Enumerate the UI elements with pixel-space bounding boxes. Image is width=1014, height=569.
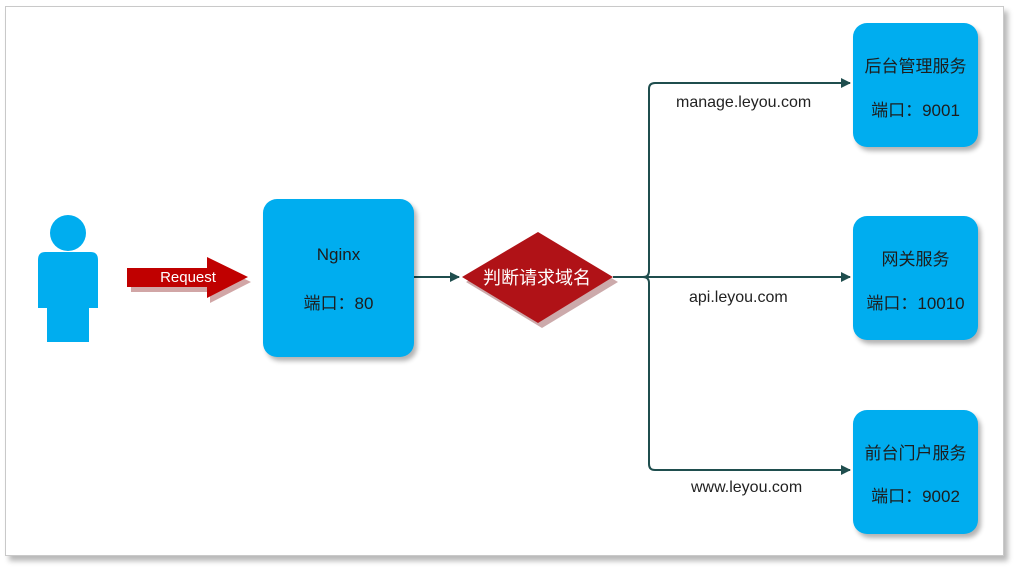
service-name: 后台管理服务 (864, 57, 967, 76)
service-box-api: 网关服务 端口：10010 (853, 216, 978, 340)
service-box-www: 前台门户服务 端口：9002 (853, 410, 978, 534)
service-name: 网关服务 (881, 250, 950, 269)
service-port: 端口：10010 (866, 294, 965, 313)
connector-manage (613, 78, 851, 278)
service-name: 前台门户服务 (864, 444, 967, 463)
route-domain-www: www.leyou.com (691, 479, 803, 496)
service-port: 端口：9002 (871, 487, 960, 506)
route-domain-api: api.leyou.com (689, 289, 788, 306)
nginx-port: 端口：80 (303, 294, 374, 313)
nginx-title: Nginx (316, 245, 361, 264)
route-domain-manage: manage.leyou.com (676, 94, 812, 111)
service-port: 端口：9001 (871, 101, 960, 120)
decision-label: 判断请求域名 (483, 268, 591, 288)
request-label: Request (160, 269, 216, 286)
nginx-box: Nginx 端口：80 (263, 199, 414, 357)
service-box-manage: 后台管理服务 端口：9001 (853, 23, 978, 147)
person-icon (38, 215, 98, 342)
